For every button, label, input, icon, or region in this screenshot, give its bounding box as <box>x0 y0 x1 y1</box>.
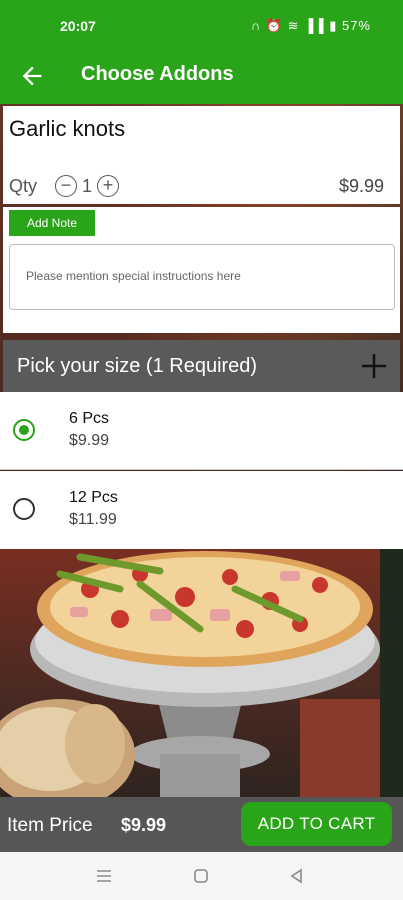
size-option-6-pcs[interactable]: 6 Pcs $9.99 <box>0 392 403 470</box>
item-price-value: $9.99 <box>121 815 167 835</box>
option-price: $11.99 <box>69 511 117 528</box>
menu-nav-icon[interactable] <box>94 866 114 886</box>
decrement-qty-button[interactable]: − <box>55 175 77 197</box>
special-instructions-input[interactable]: Please mention special instructions here <box>9 244 395 310</box>
qty-value: 1 <box>82 176 93 196</box>
qty-label: Qty <box>9 176 38 196</box>
size-option-12-pcs[interactable]: 12 Pcs $11.99 <box>0 471 403 549</box>
size-section-title: Pick your size (1 Required) <box>17 355 258 377</box>
plus-icon[interactable] <box>360 352 388 380</box>
back-nav-icon[interactable] <box>287 866 307 886</box>
wifi-icon: ≋ <box>287 18 300 33</box>
back-arrow-icon[interactable] <box>18 62 46 90</box>
battery-percent: 57% <box>341 18 371 33</box>
system-nav-bar <box>0 852 403 900</box>
size-section-header[interactable]: Pick your size (1 Required) <box>3 340 400 392</box>
plus-circle-icon: + <box>102 175 114 195</box>
status-time: 20:07 <box>60 18 96 34</box>
item-price: $9.99 <box>338 176 384 196</box>
option-price: $9.99 <box>69 432 110 449</box>
radio-button[interactable] <box>13 498 35 520</box>
item-card: Garlic knots Qty − 1 + $9.99 <box>3 106 400 204</box>
app-bar: Choose Addons <box>0 50 403 104</box>
battery-icon: ▮ <box>329 18 338 33</box>
item-name: Garlic knots <box>9 116 126 141</box>
status-bar: 20:07 ∩ ⏰ ≋ ▐▐ ▮ 57% <box>0 0 403 50</box>
option-name: 6 Pcs <box>69 410 110 427</box>
increment-qty-button[interactable]: + <box>97 175 119 197</box>
pizza-photo <box>0 549 403 797</box>
home-nav-icon[interactable] <box>191 866 211 886</box>
headphones-icon: ∩ <box>250 18 262 33</box>
note-card: Add Note Please mention special instruct… <box>3 207 400 333</box>
status-icons: ∩ ⏰ ≋ ▐▐ ▮ 57% <box>251 18 371 34</box>
radio-button-selected[interactable] <box>13 419 35 441</box>
add-note-button[interactable]: Add Note <box>9 210 95 236</box>
page-title: Choose Addons <box>81 63 234 85</box>
item-price-label: Item Price <box>7 815 93 836</box>
pizza-illustration <box>0 549 403 797</box>
option-name: 12 Pcs <box>69 489 118 506</box>
signal-icon: ▐▐ <box>304 18 325 33</box>
minus-circle-icon: − <box>60 175 72 195</box>
bottom-bar: Item Price $9.99 ADD TO CART <box>0 797 403 852</box>
alarm-icon: ⏰ <box>265 18 283 33</box>
add-to-cart-button[interactable]: ADD TO CART <box>241 802 392 846</box>
